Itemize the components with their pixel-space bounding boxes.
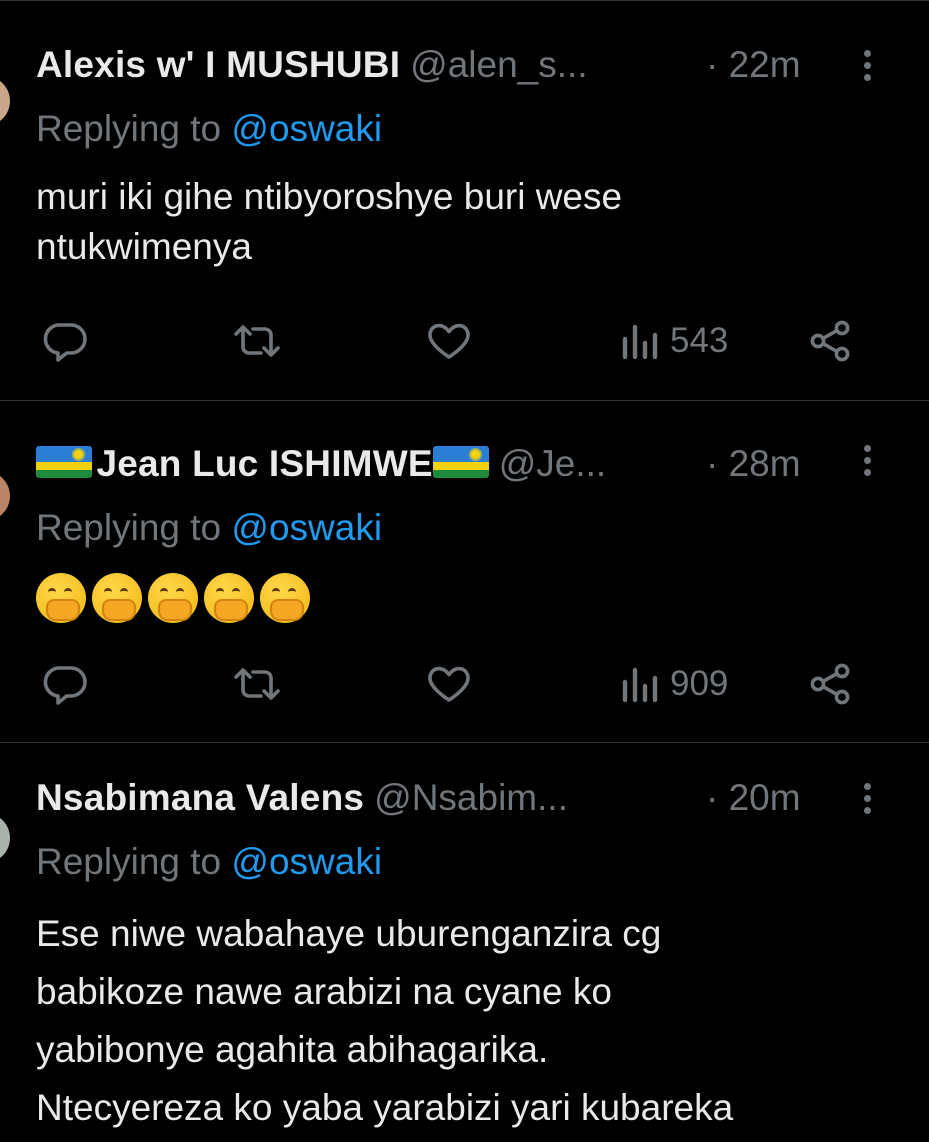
- reply-icon: [43, 666, 87, 705]
- author-handle[interactable]: @alen_s...: [410, 44, 587, 85]
- hand-over-mouth-emoji-icon: [204, 573, 254, 624]
- share-icon: [810, 663, 850, 705]
- views-count: 909: [670, 664, 729, 703]
- retweet-button[interactable]: [230, 659, 284, 709]
- views-icon: [622, 667, 658, 703]
- author-name[interactable]: Alexis w' I MUSHUBI: [36, 44, 400, 85]
- avatar[interactable]: [0, 813, 10, 863]
- tweet-time[interactable]: · 28m: [706, 443, 801, 485]
- like-icon: [428, 323, 470, 359]
- reply-button[interactable]: [42, 659, 90, 709]
- hand-over-mouth-emoji-icon: [148, 573, 198, 624]
- rwanda-flag-icon: [36, 446, 92, 478]
- replying-label: Replying to: [36, 841, 222, 882]
- replying-to: Replying to @oswaki: [36, 108, 382, 150]
- tweet-text-line: Ese niwe wabahaye uburenganzira cg: [36, 913, 662, 954]
- author-name[interactable]: Jean Luc ISHIMWE: [96, 443, 432, 484]
- replying-mention[interactable]: @oswaki: [231, 108, 382, 149]
- like-button[interactable]: [424, 316, 474, 366]
- retweet-icon: [234, 668, 280, 700]
- share-button[interactable]: [806, 316, 854, 366]
- tweet-text-line: babikoze nawe arabizi na cyane ko: [36, 971, 612, 1012]
- views-button[interactable]: 909: [618, 659, 728, 709]
- views-button[interactable]: 543: [618, 316, 728, 366]
- hand-over-mouth-emoji-icon: [260, 573, 310, 624]
- tweet-text-line: Ntecyereza ko yaba yarabizi yari kubarek…: [36, 1087, 734, 1128]
- tweet-1[interactable]: Alexis w' I MUSHUBI @alen_s... · 22m Repl…: [0, 6, 929, 401]
- replying-mention[interactable]: @oswaki: [231, 841, 382, 882]
- reply-button[interactable]: [42, 316, 90, 366]
- author-handle[interactable]: @Je...: [499, 443, 606, 484]
- hand-over-mouth-emoji-icon: [36, 573, 86, 624]
- tweet-text: Ese niwe wabahaye uburenganzira cg babik…: [36, 905, 929, 1137]
- author-name[interactable]: Nsabimana Valens: [36, 777, 364, 818]
- tweet-time[interactable]: · 22m: [706, 44, 801, 86]
- tweet-text: [36, 571, 909, 624]
- action-bar: 543: [0, 316, 929, 366]
- avatar[interactable]: [0, 76, 10, 126]
- replying-label: Replying to: [36, 507, 222, 548]
- like-button[interactable]: [424, 659, 474, 709]
- replying-to: Replying to @oswaki: [36, 841, 382, 883]
- retweet-button[interactable]: [230, 316, 284, 366]
- replying-label: Replying to: [36, 108, 222, 149]
- tweet-time[interactable]: · 20m: [706, 777, 801, 819]
- action-bar: 909: [0, 659, 929, 709]
- reply-icon: [43, 323, 87, 362]
- share-button[interactable]: [806, 659, 854, 709]
- hand-over-mouth-emoji-icon: [92, 573, 142, 624]
- replying-to: Replying to @oswaki: [36, 507, 382, 549]
- more-icon[interactable]: [862, 50, 874, 86]
- tweet-text: muri iki gihe ntibyoroshye buri wese ntu…: [36, 176, 623, 267]
- author-handle[interactable]: @Nsabim...: [374, 777, 568, 818]
- views-icon: [622, 324, 658, 360]
- like-icon: [428, 666, 470, 702]
- share-icon: [810, 320, 850, 362]
- replying-mention[interactable]: @oswaki: [231, 507, 382, 548]
- tweet-2[interactable]: Jean Luc ISHIMWE @Je... · 28m Replying to…: [0, 401, 929, 743]
- retweet-icon: [234, 325, 280, 357]
- more-icon[interactable]: [862, 783, 874, 819]
- views-count: 543: [670, 321, 729, 360]
- tweet-3[interactable]: Nsabimana Valens @Nsabim... · 20m Replyin…: [0, 743, 929, 1142]
- tweet-text-line: yabibonye agahita abihagarika.: [36, 1029, 549, 1070]
- avatar[interactable]: [0, 471, 10, 521]
- rwanda-flag-icon: [432, 446, 489, 478]
- more-icon[interactable]: [862, 445, 874, 481]
